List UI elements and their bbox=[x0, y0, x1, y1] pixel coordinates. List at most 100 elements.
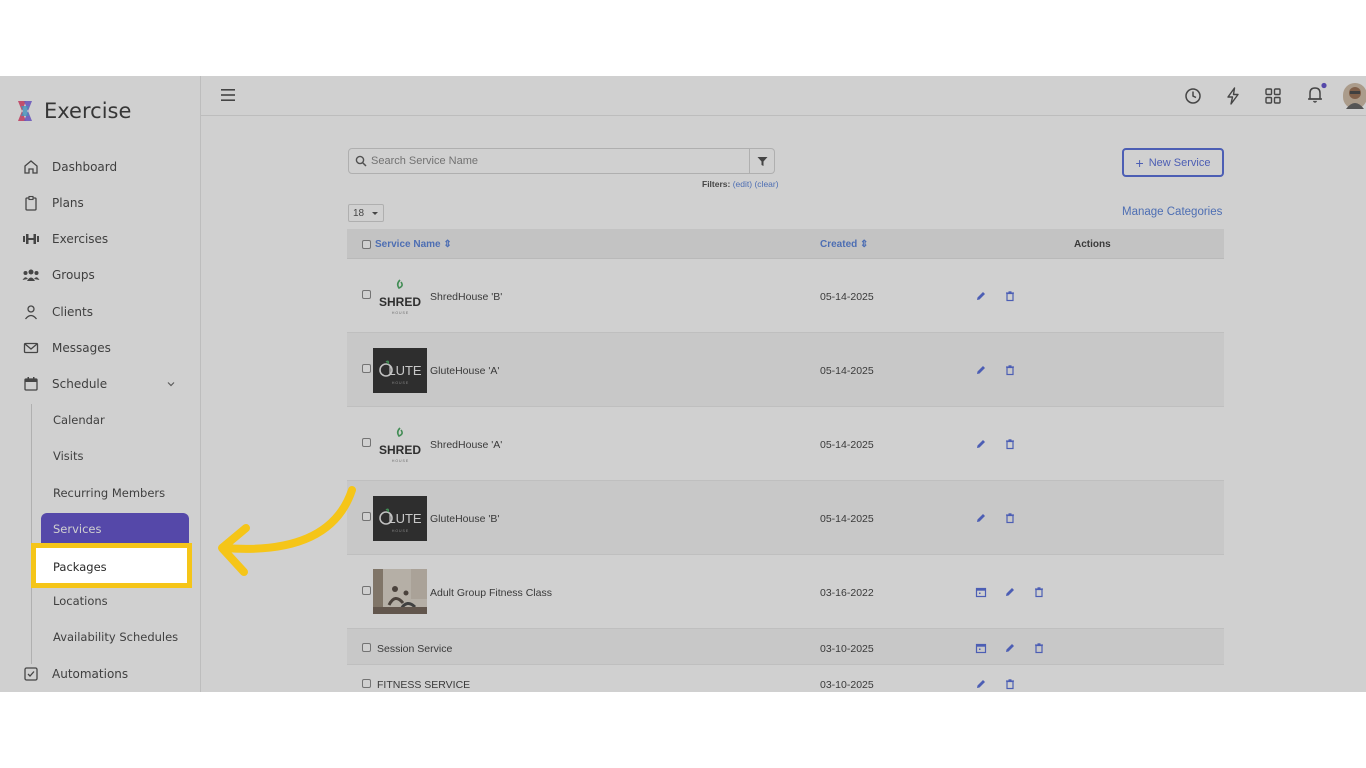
column-header-actions: Actions bbox=[1074, 239, 1111, 250]
svg-text:H O U S E: H O U S E bbox=[392, 381, 409, 385]
lightning-icon[interactable] bbox=[1223, 86, 1243, 106]
svg-text:SHRED: SHRED bbox=[379, 295, 421, 309]
sidebar-item-exercises[interactable]: Exercises bbox=[22, 228, 108, 250]
trash-icon[interactable] bbox=[1004, 512, 1016, 524]
service-thumbnail: SHRED H O U S E bbox=[373, 422, 427, 467]
service-name[interactable]: Session Service bbox=[377, 643, 452, 655]
service-name[interactable]: GluteHouse 'A' bbox=[430, 365, 499, 377]
home-icon bbox=[22, 158, 40, 176]
sidebar-subitem-label: Visits bbox=[53, 449, 84, 463]
trash-icon[interactable] bbox=[1033, 642, 1045, 654]
service-name[interactable]: ShredHouse 'A' bbox=[430, 439, 502, 451]
created-date: 03-10-2025 bbox=[820, 679, 874, 691]
trash-icon[interactable] bbox=[1004, 438, 1016, 450]
sidebar-item-messages[interactable]: Messages bbox=[22, 337, 111, 359]
sidebar-item-automations[interactable]: Automations bbox=[22, 663, 128, 685]
service-name[interactable]: FITNESS SERVICE bbox=[377, 679, 470, 691]
table-row: FITNESS SERVICE 03-10-2025 bbox=[347, 665, 1224, 692]
sidebar-item-label: Automations bbox=[52, 667, 129, 681]
calendar-small-icon[interactable] bbox=[975, 586, 987, 598]
filter-button[interactable] bbox=[750, 148, 775, 174]
edit-pencil-icon[interactable] bbox=[975, 364, 987, 376]
row-checkbox[interactable] bbox=[362, 586, 371, 595]
sidebar-subitem-packages[interactable]: Packages bbox=[31, 543, 192, 588]
select-all-checkbox[interactable] bbox=[362, 240, 371, 249]
row-checkbox[interactable] bbox=[362, 512, 371, 521]
column-header-created[interactable]: Created ⇕ bbox=[820, 239, 868, 250]
table-row: LUTE H O U S E GluteHouse 'A' 05-14-2025 bbox=[347, 333, 1224, 407]
bell-icon[interactable] bbox=[1304, 82, 1328, 106]
sidebar-subitem-availability-schedules[interactable]: Availability Schedules bbox=[53, 627, 178, 647]
users-icon bbox=[22, 266, 40, 284]
search-input[interactable] bbox=[371, 152, 741, 170]
created-date: 03-16-2022 bbox=[820, 587, 874, 599]
sidebar-subitem-label: Packages bbox=[53, 560, 107, 574]
edit-pencil-icon[interactable] bbox=[975, 678, 987, 690]
sidebar-subitem-label: Calendar bbox=[53, 413, 105, 427]
app-name: Exercise bbox=[44, 99, 132, 123]
plus-icon: + bbox=[1135, 154, 1144, 171]
column-header-service-name[interactable]: Service Name ⇕ bbox=[375, 239, 452, 250]
sidebar-item-clients[interactable]: Clients bbox=[22, 301, 93, 323]
sidebar-item-schedule[interactable]: Schedule bbox=[22, 373, 107, 395]
chevron-down-icon[interactable] bbox=[166, 379, 176, 389]
edit-pencil-icon[interactable] bbox=[1004, 642, 1016, 654]
sidebar-subitem-label: Recurring Members bbox=[53, 486, 166, 500]
clock-icon[interactable] bbox=[1183, 86, 1203, 106]
table-row: LUTE H O U S E GluteHouse 'B' 05-14-2025 bbox=[347, 481, 1224, 555]
service-thumbnail: SHRED H O U S E bbox=[373, 274, 427, 319]
trash-icon[interactable] bbox=[1004, 290, 1016, 302]
svg-text:H O U S E: H O U S E bbox=[392, 311, 409, 315]
table-row: Adult Group Fitness Class 03-16-2022 bbox=[347, 555, 1224, 629]
avatar[interactable] bbox=[1343, 83, 1366, 109]
sidebar-item-groups[interactable]: Groups bbox=[22, 264, 95, 286]
sidebar-subitem-recurring-members[interactable]: Recurring Members bbox=[53, 483, 165, 503]
table-row: SHRED H O U S E ShredHouse 'B' 05-14-2025 bbox=[347, 259, 1224, 333]
sidebar-subitem-visits[interactable]: Visits bbox=[53, 446, 84, 466]
sidebar-item-label: Clients bbox=[52, 305, 93, 319]
calendar-small-icon[interactable] bbox=[975, 642, 987, 654]
new-service-button[interactable]: + New Service bbox=[1122, 148, 1224, 177]
service-thumbnail bbox=[373, 569, 427, 614]
sidebar: Exercise Dashboard Plans Exercises Group… bbox=[0, 76, 201, 692]
row-checkbox[interactable] bbox=[362, 679, 371, 688]
search-icon bbox=[355, 155, 367, 167]
row-checkbox[interactable] bbox=[362, 290, 371, 299]
manage-categories-link[interactable]: Manage Categories bbox=[1122, 206, 1222, 218]
service-thumbnail: LUTE H O U S E bbox=[373, 496, 427, 541]
services-table: Service Name ⇕ Created ⇕ Actions SHRED H … bbox=[347, 229, 1224, 692]
sidebar-subitem-label: Locations bbox=[53, 594, 108, 608]
row-checkbox[interactable] bbox=[362, 364, 371, 373]
svg-text:H O U S E: H O U S E bbox=[392, 459, 409, 463]
menu-icon[interactable] bbox=[221, 89, 235, 101]
edit-pencil-icon[interactable] bbox=[975, 512, 987, 524]
service-name[interactable]: GluteHouse 'B' bbox=[430, 513, 499, 525]
service-name[interactable]: Adult Group Fitness Class bbox=[430, 587, 552, 599]
row-checkbox[interactable] bbox=[362, 643, 371, 652]
filters-edit-link[interactable]: (edit) bbox=[733, 179, 752, 189]
apps-grid-icon[interactable] bbox=[1263, 86, 1283, 106]
edit-pencil-icon[interactable] bbox=[975, 290, 987, 302]
service-name[interactable]: ShredHouse 'B' bbox=[430, 291, 502, 303]
edit-pencil-icon[interactable] bbox=[1004, 586, 1016, 598]
sidebar-item-dashboard[interactable]: Dashboard bbox=[22, 156, 117, 178]
filters-clear-link[interactable]: (clear) bbox=[754, 179, 778, 189]
trash-icon[interactable] bbox=[1004, 678, 1016, 690]
filter-icon bbox=[757, 156, 767, 166]
sidebar-subitem-locations[interactable]: Locations bbox=[53, 591, 108, 611]
row-checkbox[interactable] bbox=[362, 438, 371, 447]
page-size-select[interactable]: 18 bbox=[348, 204, 384, 222]
table-row: Session Service 03-10-2025 bbox=[347, 629, 1224, 665]
created-date: 03-10-2025 bbox=[820, 643, 874, 655]
sidebar-item-plans[interactable]: Plans bbox=[22, 192, 84, 214]
table-row: SHRED H O U S E ShredHouse 'A' 05-14-2025 bbox=[347, 407, 1224, 481]
edit-pencil-icon[interactable] bbox=[975, 438, 987, 450]
service-thumbnail: LUTE H O U S E bbox=[373, 348, 427, 393]
trash-icon[interactable] bbox=[1004, 364, 1016, 376]
sidebar-subitem-calendar[interactable]: Calendar bbox=[53, 410, 105, 430]
sidebar-subitem-services[interactable]: Services bbox=[41, 513, 189, 543]
trash-icon[interactable] bbox=[1033, 586, 1045, 598]
search-field[interactable] bbox=[348, 148, 750, 174]
logo[interactable]: Exercise bbox=[14, 98, 131, 124]
top-bar bbox=[201, 76, 1366, 116]
